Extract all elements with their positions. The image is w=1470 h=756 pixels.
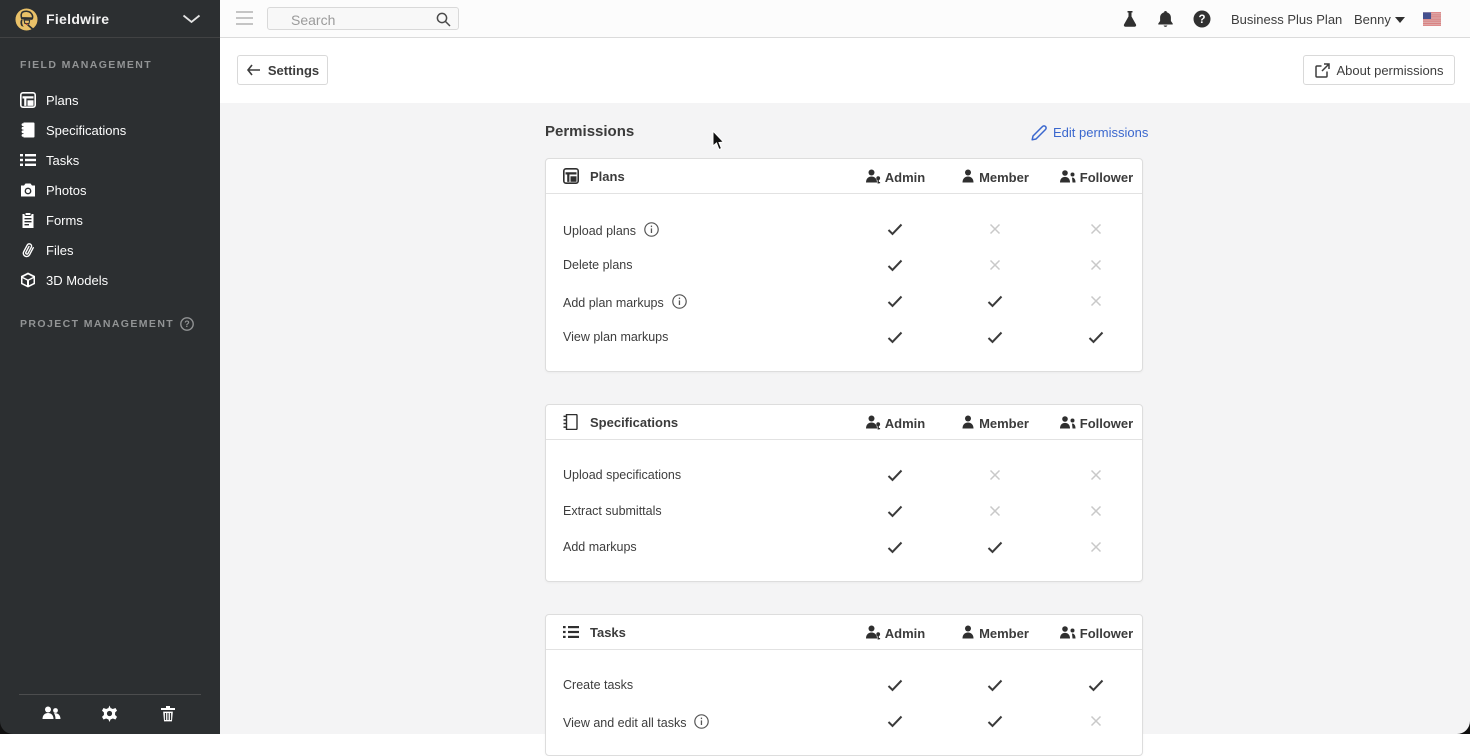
- svg-text:?: ?: [184, 319, 190, 329]
- svg-text:?: ?: [1198, 14, 1205, 26]
